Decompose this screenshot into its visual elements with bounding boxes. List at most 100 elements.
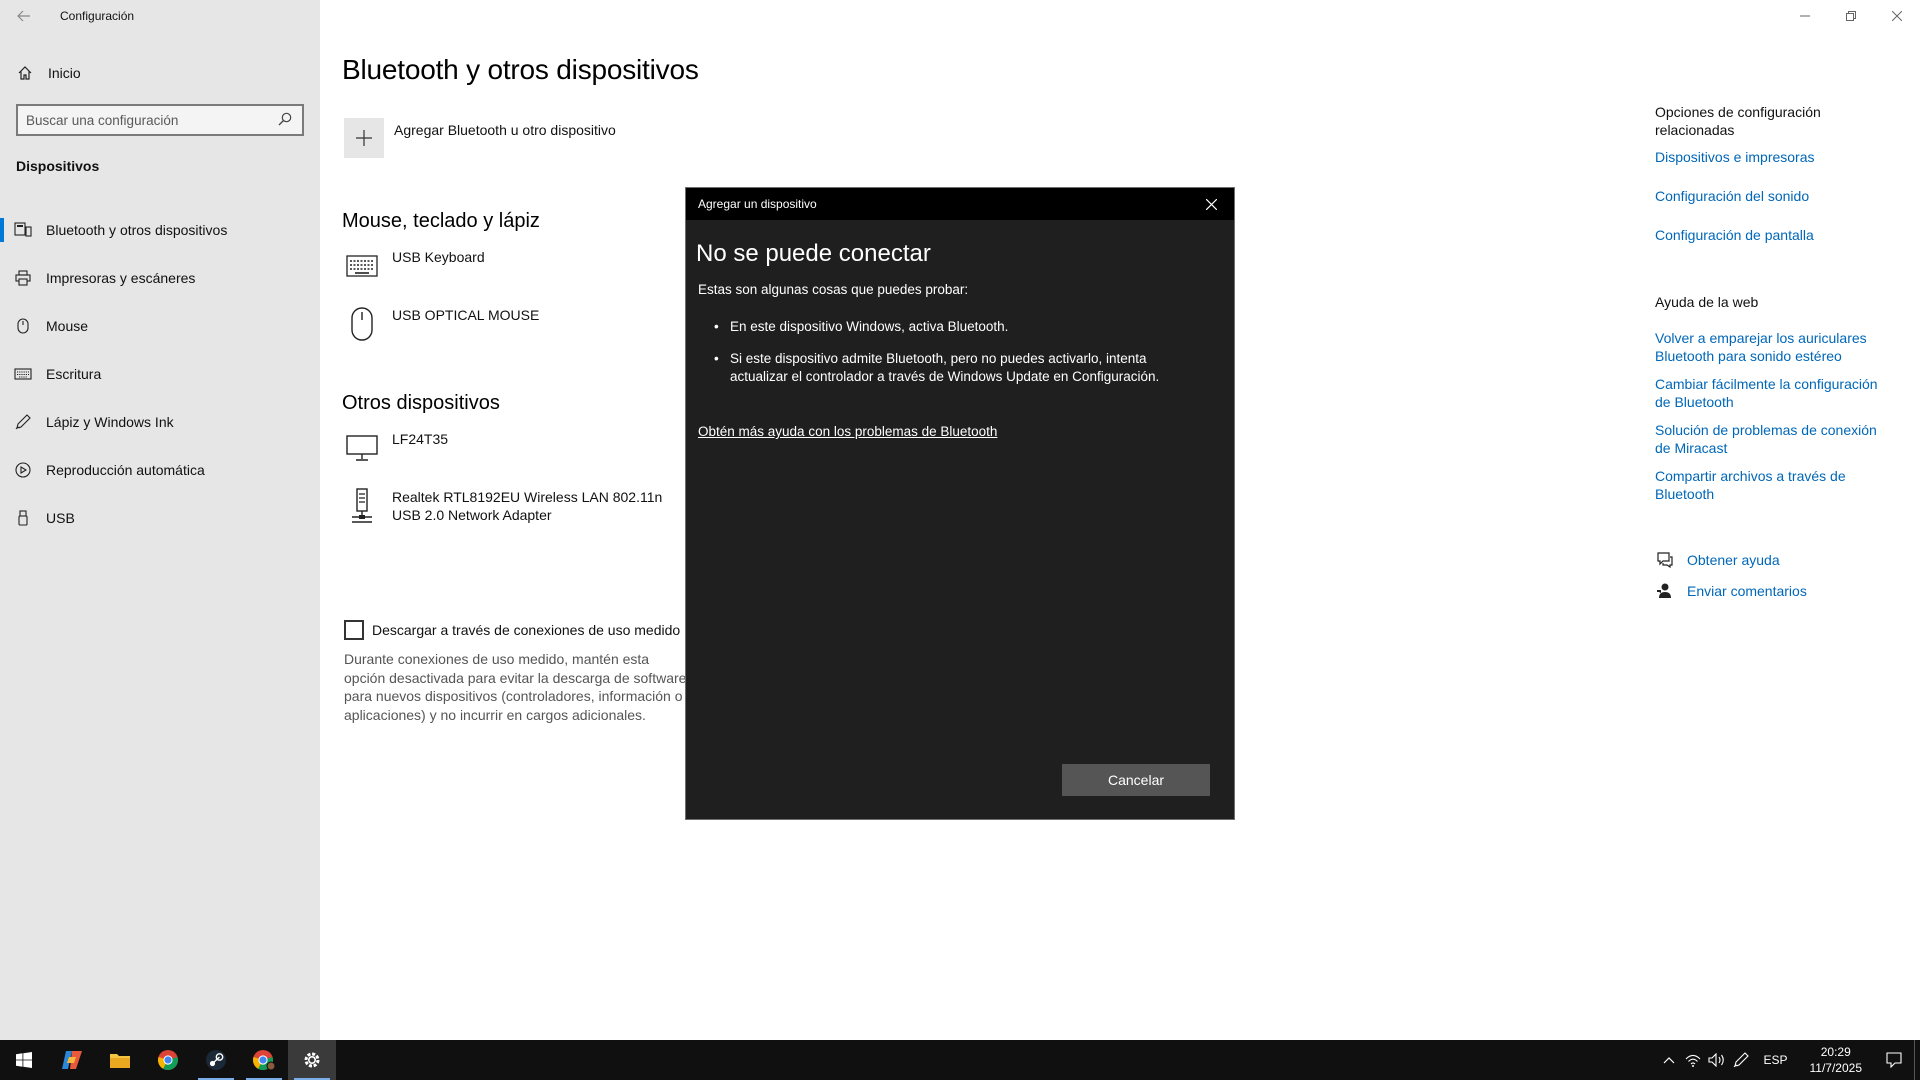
mouse-icon xyxy=(0,318,46,334)
dialog-title: Agregar un dispositivo xyxy=(698,197,817,211)
get-help-link[interactable]: Obtener ayuda xyxy=(1655,550,1780,570)
clock[interactable]: 20:29 11/7/2025 xyxy=(1810,1044,1863,1076)
feedback-icon xyxy=(1655,581,1675,601)
link-devices-printers[interactable]: Dispositivos e impresoras xyxy=(1655,148,1895,166)
pen-icon xyxy=(0,414,46,430)
metered-download-option[interactable]: Descargar a través de conexiones de uso … xyxy=(344,620,680,640)
keyboard-icon xyxy=(344,248,380,284)
search-box[interactable] xyxy=(16,104,304,136)
bluetooth-devices-icon xyxy=(0,222,46,238)
taskbar: ESP 20:29 11/7/2025 xyxy=(0,1040,1920,1080)
device-item[interactable]: Realtek RTL8192EU Wireless LAN 802.11n U… xyxy=(344,488,692,524)
link-change-bluetooth-settings[interactable]: Cambiar fácilmente la configuración de B… xyxy=(1655,375,1895,411)
link-pair-headphones[interactable]: Volver a emparejar los auriculares Bluet… xyxy=(1655,329,1895,365)
sidebar-item-mouse[interactable]: Mouse xyxy=(0,302,320,350)
home-label: Inicio xyxy=(48,65,81,81)
restore-button[interactable] xyxy=(1828,0,1874,32)
cancel-button[interactable]: Cancelar xyxy=(1062,764,1210,796)
sidebar-item-bluetooth[interactable]: Bluetooth y otros dispositivos xyxy=(0,206,320,254)
clock-time: 20:29 xyxy=(1820,1045,1851,1059)
section-heading-mouse-keyboard: Mouse, teclado y lápiz xyxy=(342,210,540,232)
sidebar-item-pen[interactable]: Lápiz y Windows Ink xyxy=(0,398,320,446)
web-help-heading: Ayuda de la web xyxy=(1655,294,1759,310)
window-controls xyxy=(1782,0,1920,32)
link-sound-settings[interactable]: Configuración del sonido xyxy=(1655,187,1895,205)
sidebar-item-label: Reproducción automática xyxy=(46,462,205,478)
link-share-files-bluetooth[interactable]: Compartir archivos a través de Bluetooth xyxy=(1655,467,1895,503)
metered-checkbox[interactable] xyxy=(344,620,364,640)
taskbar-steam[interactable] xyxy=(192,1040,240,1080)
link-display-settings[interactable]: Configuración de pantalla xyxy=(1655,226,1895,244)
sidebar-item-printers[interactable]: Impresoras y escáneres xyxy=(0,254,320,302)
sidebar-item-label: Impresoras y escáneres xyxy=(46,270,196,286)
page-title: Bluetooth y otros dispositivos xyxy=(342,54,699,85)
taskbar-chrome-profile[interactable] xyxy=(240,1040,288,1080)
chrome-profile-icon xyxy=(253,1050,276,1071)
close-button[interactable] xyxy=(1874,0,1920,32)
taskbar-file-explorer[interactable] xyxy=(96,1040,144,1080)
autoplay-icon xyxy=(0,462,46,478)
taskbar-copilot[interactable] xyxy=(48,1040,96,1080)
add-icon xyxy=(344,118,384,158)
volume-tray-button[interactable] xyxy=(1705,1040,1729,1080)
home-link[interactable]: Inicio xyxy=(0,56,320,90)
sidebar-item-usb[interactable]: USB xyxy=(0,494,320,542)
bluetooth-help-link[interactable]: Obtén más ayuda con los problemas de Blu… xyxy=(698,424,997,439)
add-device-button[interactable]: Agregar Bluetooth u otro dispositivo xyxy=(344,118,616,158)
section-heading-other-devices: Otros dispositivos xyxy=(342,392,500,414)
search-input[interactable] xyxy=(26,112,278,128)
network-adapter-icon xyxy=(344,488,380,524)
suggestion-item: En este dispositivo Windows, activa Blue… xyxy=(714,318,1170,337)
start-button[interactable] xyxy=(0,1040,48,1080)
pen-workspace-button[interactable] xyxy=(1729,1040,1753,1080)
sidebar-nav: Bluetooth y otros dispositivos Impresora… xyxy=(0,206,320,542)
network-icon xyxy=(1686,1054,1701,1067)
settings-icon xyxy=(304,1052,320,1068)
metered-description: Durante conexiones de uso medido, mantén… xyxy=(344,651,687,723)
chevron-up-icon xyxy=(1664,1057,1675,1064)
suggestion-item: Si este dispositivo admite Bluetooth, pe… xyxy=(714,350,1170,387)
get-help-label: Obtener ayuda xyxy=(1687,552,1780,568)
suggestion-list: En este dispositivo Windows, activa Blue… xyxy=(714,318,1170,400)
send-feedback-link[interactable]: Enviar comentarios xyxy=(1655,581,1807,601)
dialog-close-button[interactable] xyxy=(1188,188,1234,220)
notification-center-button[interactable] xyxy=(1874,1040,1914,1080)
titlebar: Configuración xyxy=(0,0,134,32)
device-item[interactable]: USB OPTICAL MOUSE xyxy=(344,306,692,342)
dialog-intro: Estas son algunas cosas que puedes proba… xyxy=(698,282,969,297)
input-language[interactable]: ESP xyxy=(1763,1053,1787,1067)
taskbar-settings[interactable] xyxy=(288,1040,336,1080)
sidebar-item-label: USB xyxy=(46,510,75,526)
device-item[interactable]: LF24T35 xyxy=(344,430,692,466)
dialog-heading: No se puede conectar xyxy=(696,240,931,267)
sidebar-item-typing[interactable]: Escritura xyxy=(0,350,320,398)
taskbar-chrome[interactable] xyxy=(144,1040,192,1080)
usb-icon xyxy=(0,510,46,526)
start-icon xyxy=(16,1052,32,1068)
sidebar-item-autoplay[interactable]: Reproducción automática xyxy=(0,446,320,494)
add-device-dialog: Agregar un dispositivo No se puede conec… xyxy=(685,187,1235,820)
device-name: Realtek RTL8192EU Wireless LAN 802.11n U… xyxy=(392,489,663,523)
sidebar-item-label: Mouse xyxy=(46,318,89,334)
copilot-icon xyxy=(62,1051,82,1069)
send-feedback-label: Enviar comentarios xyxy=(1687,583,1807,599)
back-arrow-icon xyxy=(17,10,30,22)
show-hidden-icons-button[interactable] xyxy=(1657,1040,1681,1080)
sidebar-item-label: Escritura xyxy=(46,366,102,382)
chat-help-icon xyxy=(1655,550,1675,570)
link-miracast-troubleshoot[interactable]: Solución de problemas de conexión de Mir… xyxy=(1655,421,1895,457)
close-icon xyxy=(1892,11,1902,21)
home-icon xyxy=(0,65,50,81)
pen-icon xyxy=(1734,1052,1750,1068)
back-button[interactable] xyxy=(0,0,48,32)
device-name: USB Keyboard xyxy=(392,249,485,265)
device-name: LF24T35 xyxy=(392,431,449,447)
related-heading: Opciones de configuración relacionadas xyxy=(1655,104,1821,138)
show-desktop-button[interactable] xyxy=(1914,1040,1920,1080)
sidebar: Configuración Inicio Dispositivos Blueto… xyxy=(0,0,320,1040)
minimize-button[interactable] xyxy=(1782,0,1828,32)
metered-label: Descargar a través de conexiones de uso … xyxy=(372,622,681,638)
device-item[interactable]: USB Keyboard xyxy=(344,248,692,284)
network-tray-button[interactable] xyxy=(1681,1040,1705,1080)
search-icon[interactable] xyxy=(278,112,294,128)
